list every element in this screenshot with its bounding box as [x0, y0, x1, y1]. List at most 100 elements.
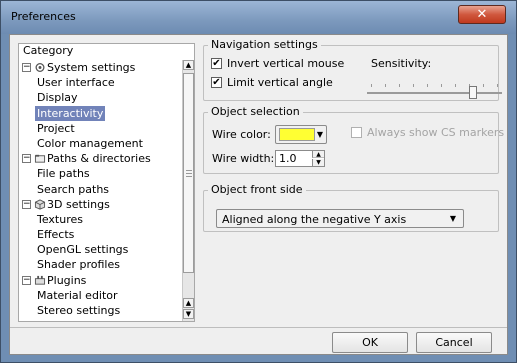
object-front-side-dropdown[interactable]: Aligned along the negative Y axis ▼	[216, 209, 464, 228]
tree-item-label: Paths & directories	[47, 152, 151, 166]
tree-item[interactable]: Stereo settings	[19, 303, 181, 318]
tree-item-label: User interface	[37, 76, 115, 90]
grip-line	[186, 170, 192, 171]
limit-vertical-angle-checkbox[interactable]: ✔	[211, 77, 222, 88]
cube-icon	[34, 199, 46, 210]
title-bar[interactable]: Preferences ✕	[1, 1, 516, 34]
spin-down-arrow[interactable]: ▼	[312, 159, 324, 166]
category-header: Category	[19, 44, 194, 58]
grip-line	[186, 173, 192, 174]
tree-item[interactable]: OpenGL settings	[19, 242, 181, 257]
gear-icon	[34, 62, 46, 73]
wire-color-button[interactable]: ▼	[275, 125, 327, 144]
navigation-settings-title: Navigation settings	[208, 38, 321, 52]
tree-item-label: Effects	[37, 228, 75, 242]
navigation-settings-group: Navigation settings ✔ Invert vertical mo…	[203, 38, 502, 101]
invert-vertical-mouse-label: Invert vertical mouse	[227, 57, 345, 70]
tree-item-label: Plugin settings	[37, 318, 118, 321]
object-front-side-value: Aligned along the negative Y axis	[222, 213, 407, 226]
chevron-down-icon: ▼	[449, 214, 456, 223]
spin-up-arrow[interactable]: ▲	[312, 151, 324, 158]
wire-width-value: 1.0	[279, 152, 297, 165]
collapse-icon[interactable]: −	[22, 275, 31, 285]
collapse-icon[interactable]: −	[22, 199, 31, 209]
slider-tick	[455, 84, 456, 87]
preferences-window: Preferences ✕ Category − System settings U…	[0, 0, 517, 363]
wire-color-swatch	[279, 128, 315, 141]
wire-width-label: Wire width:	[212, 152, 275, 165]
object-front-side-group: Object front side Aligned along the nega…	[203, 183, 499, 232]
tree-item[interactable]: File paths	[19, 166, 181, 181]
close-icon: ✕	[476, 7, 488, 22]
tree-item-label: Display	[37, 91, 78, 105]
slider-tick	[427, 84, 428, 87]
window-title: Preferences	[11, 10, 76, 23]
tree-item-label: Material editor	[37, 288, 118, 302]
tree-item[interactable]: Shader profiles	[19, 257, 181, 272]
button-divider	[10, 327, 507, 328]
tree-item-label: OpenGL settings	[37, 243, 129, 257]
cancel-button[interactable]: Cancel	[416, 332, 492, 353]
tree-item[interactable]: Search paths	[19, 182, 181, 197]
ok-button[interactable]: OK	[332, 332, 408, 353]
tree-item[interactable]: Color management	[19, 136, 181, 151]
dialog-body: Category − System settings User interface D…	[9, 34, 508, 355]
tree-item-label: Shader profiles	[37, 258, 120, 272]
tree-item-label: Stereo settings	[37, 304, 121, 317]
tree-item[interactable]: Effects	[19, 227, 181, 242]
tree-item[interactable]: Project	[19, 121, 181, 136]
tree-item[interactable]: Plugin settings	[19, 318, 181, 321]
tree-item-label: Search paths	[37, 182, 110, 196]
wire-width-spinbox[interactable]: 1.0 ▲ ▼	[275, 150, 325, 167]
scroll-up-arrow[interactable]: ▲	[183, 60, 194, 70]
always-show-cs-markers-checkbox[interactable]	[351, 127, 362, 138]
scrollbar-thumb[interactable]	[183, 73, 194, 273]
tree-group-item[interactable]: − System settings	[19, 60, 181, 75]
category-scrollbar[interactable]: ▲ ▲ ▼	[182, 60, 194, 321]
object-selection-title: Object selection	[208, 105, 303, 119]
slider-tick	[497, 84, 498, 87]
slider-tick	[385, 84, 386, 87]
tree-item-label: 3D settings	[47, 197, 110, 211]
tree-item[interactable]: Display	[19, 90, 181, 105]
collapse-icon[interactable]: −	[22, 154, 31, 164]
collapse-icon[interactable]: −	[22, 63, 31, 72]
tree-item-label: Textures	[37, 212, 83, 226]
tree-item[interactable]: Textures	[19, 212, 181, 227]
slider-tick	[371, 84, 372, 87]
close-button[interactable]: ✕	[458, 5, 506, 24]
tree-group-item[interactable]: − Paths & directories	[19, 151, 181, 166]
invert-vertical-mouse-checkbox[interactable]: ✔	[211, 58, 222, 69]
plugin-icon	[34, 275, 46, 286]
tree-item[interactable]: Material editor	[19, 288, 181, 303]
object-selection-group: Object selection Wire color: ▼ Always sh…	[203, 105, 504, 174]
tree-group-item[interactable]: − Plugins	[19, 273, 181, 288]
slider-track	[367, 92, 502, 94]
sensitivity-label: Sensitivity:	[371, 57, 432, 70]
tree-item-label: Plugins	[47, 273, 87, 287]
grip-line	[186, 176, 192, 177]
slider-tick	[399, 84, 400, 87]
category-tree: − System settings User interface Display Int…	[19, 60, 181, 321]
tree-item-label: File paths	[37, 167, 90, 181]
scroll-up-arrow-bottom[interactable]: ▲	[183, 298, 194, 308]
tree-item-label: Project	[37, 121, 75, 135]
slider-handle[interactable]	[469, 86, 477, 99]
scroll-down-arrow[interactable]: ▼	[183, 309, 194, 319]
always-show-cs-markers-label: Always show CS markers	[367, 126, 505, 139]
tree-item[interactable]: Interactivity	[19, 105, 181, 121]
tree-item-label: System settings	[47, 61, 136, 74]
slider-tick	[441, 84, 442, 87]
tree-item[interactable]: User interface	[19, 75, 181, 90]
tree-item-label: Interactivity	[35, 105, 106, 121]
slider-tick	[413, 84, 414, 87]
folder-icon	[34, 153, 46, 164]
chevron-down-icon: ▼	[316, 130, 323, 139]
object-front-side-title: Object front side	[208, 183, 306, 197]
tree-item-label: Color management	[37, 136, 143, 150]
limit-vertical-angle-label: Limit vertical angle	[227, 76, 333, 89]
category-panel: Category − System settings User interface D…	[18, 43, 195, 322]
tree-group-item[interactable]: − 3D settings	[19, 197, 181, 212]
wire-color-label: Wire color:	[212, 128, 271, 141]
slider-tick	[483, 84, 484, 87]
